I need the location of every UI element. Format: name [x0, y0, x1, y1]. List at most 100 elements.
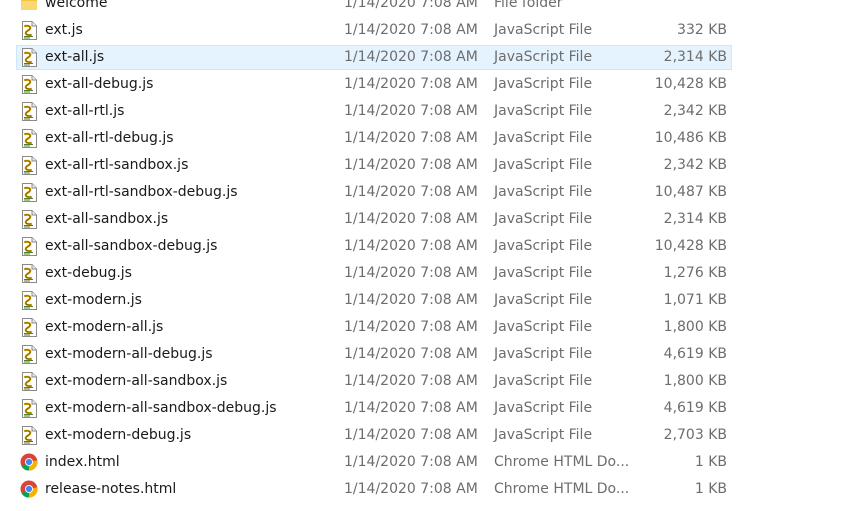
js-file-icon: [20, 318, 38, 337]
date-modified: 1/14/2020 7:08 AM: [344, 265, 478, 281]
file-type: JavaScript File: [494, 103, 593, 119]
file-name: ext-all-debug.js: [45, 76, 154, 92]
date-modified: 1/14/2020 7:08 AM: [344, 373, 478, 389]
js-file-icon: [20, 48, 38, 67]
file-name: ext-all-sandbox-debug.js: [45, 238, 218, 254]
js-file-icon: [20, 399, 38, 418]
date-modified: 1/14/2020 7:08 AM: [344, 292, 478, 308]
js-file-icon: [20, 291, 38, 310]
file-size: 1,071 KB: [663, 292, 727, 308]
file-name: ext-all-rtl-sandbox-debug.js: [45, 184, 238, 200]
file-name: ext-debug.js: [45, 265, 132, 281]
file-size: 1 KB: [694, 454, 727, 470]
file-size: 1,800 KB: [663, 319, 727, 335]
file-name: index.html: [45, 454, 120, 470]
file-type: JavaScript File: [494, 130, 593, 146]
file-name: welcome: [45, 0, 108, 11]
file-size: 4,619 KB: [663, 400, 727, 416]
date-modified: 1/14/2020 7:08 AM: [344, 211, 478, 227]
file-name: ext-all-sandbox.js: [45, 211, 169, 227]
file-row[interactable]: ext-debug.js 1/14/2020 7:08 AM JavaScript …: [0, 260, 846, 287]
file-row[interactable]: ext.js 1/14/2020 7:08 AM JavaScript File 33…: [0, 17, 846, 44]
date-modified: 1/14/2020 7:08 AM: [344, 130, 478, 146]
file-type: JavaScript File: [494, 211, 593, 227]
file-size: 10,487 KB: [654, 184, 727, 200]
js-file-icon: [20, 102, 38, 121]
file-row[interactable]: index.html 1/14/2020 7:08 AM Chrome HTML D…: [0, 449, 846, 476]
file-size: 2,314 KB: [663, 49, 727, 65]
date-modified: 1/14/2020 7:08 AM: [344, 346, 478, 362]
date-modified: 1/14/2020 7:08 AM: [344, 0, 478, 11]
file-name: ext-modern-all-debug.js: [45, 346, 213, 362]
date-modified: 1/14/2020 7:08 AM: [344, 76, 478, 92]
file-type: JavaScript File: [494, 292, 593, 308]
file-type: JavaScript File: [494, 22, 593, 38]
file-size: 2,314 KB: [663, 211, 727, 227]
file-row[interactable]: release-notes.html 1/14/2020 7:08 AM Chrom…: [0, 476, 846, 503]
file-size: 4,619 KB: [663, 346, 727, 362]
file-row[interactable]: ext-modern-all-debug.js 1/14/2020 7:08 AM…: [0, 341, 846, 368]
js-file-icon: [20, 183, 38, 202]
file-row[interactable]: ext-all-rtl.js 1/14/2020 7:08 AM JavaScrip…: [0, 98, 846, 125]
file-type: JavaScript File: [494, 76, 593, 92]
date-modified: 1/14/2020 7:08 AM: [344, 157, 478, 173]
file-type: File folder: [494, 0, 563, 11]
file-row[interactable]: ext-all-rtl-sandbox-debug.js 1/14/2020 7:…: [0, 179, 846, 206]
file-size: 1,276 KB: [663, 265, 727, 281]
date-modified: 1/14/2020 7:08 AM: [344, 400, 478, 416]
chrome-icon: [20, 453, 38, 472]
date-modified: 1/14/2020 7:08 AM: [344, 184, 478, 200]
file-name: ext-all-rtl-sandbox.js: [45, 157, 189, 173]
file-size: 1,800 KB: [663, 373, 727, 389]
date-modified: 1/14/2020 7:08 AM: [344, 481, 478, 497]
file-row[interactable]: ext-modern.js 1/14/2020 7:08 AM JavaScript…: [0, 287, 846, 314]
date-modified: 1/14/2020 7:08 AM: [344, 427, 478, 443]
file-size: 332 KB: [677, 22, 727, 38]
file-type: JavaScript File: [494, 157, 593, 173]
file-size: 1 KB: [694, 481, 727, 497]
js-file-icon: [20, 129, 38, 148]
file-name: ext-modern-all-sandbox-debug.js: [45, 400, 277, 416]
js-file-icon: [20, 21, 38, 40]
file-name: ext-modern.js: [45, 292, 142, 308]
file-type: JavaScript File: [494, 346, 593, 362]
folder-icon: [20, 0, 38, 13]
file-size: 2,342 KB: [663, 103, 727, 119]
file-name: ext-all-rtl-debug.js: [45, 130, 174, 146]
date-modified: 1/14/2020 7:08 AM: [344, 49, 478, 65]
file-name: ext-modern-all.js: [45, 319, 164, 335]
file-row[interactable]: ext-all-rtl-sandbox.js 1/14/2020 7:08 AM J…: [0, 152, 846, 179]
file-type: JavaScript File: [494, 184, 593, 200]
date-modified: 1/14/2020 7:08 AM: [344, 454, 478, 470]
file-row[interactable]: ext-modern-all.js 1/14/2020 7:08 AM JavaSc…: [0, 314, 846, 341]
file-row[interactable]: ext-all.js 1/14/2020 7:08 AM JavaScript Fi…: [0, 44, 846, 71]
date-modified: 1/14/2020 7:08 AM: [344, 238, 478, 254]
file-size: 10,486 KB: [654, 130, 727, 146]
js-file-icon: [20, 75, 38, 94]
file-size: 10,428 KB: [654, 76, 727, 92]
file-row[interactable]: ext-all-sandbox-debug.js 1/14/2020 7:08 A…: [0, 233, 846, 260]
file-row[interactable]: ext-all-debug.js 1/14/2020 7:08 AM JavaScr…: [0, 71, 846, 98]
file-name: ext-all-rtl.js: [45, 103, 125, 119]
js-file-icon: [20, 264, 38, 283]
file-row[interactable]: ext-modern-all-sandbox-debug.js 1/14/2020…: [0, 395, 846, 422]
file-type: Chrome HTML Do...: [494, 454, 630, 470]
date-modified: 1/14/2020 7:08 AM: [344, 22, 478, 38]
js-file-icon: [20, 156, 38, 175]
file-row[interactable]: ext-all-sandbox.js 1/14/2020 7:08 AM JavaS…: [0, 206, 846, 233]
file-row[interactable]: ext-all-rtl-debug.js 1/14/2020 7:08 AM Jav…: [0, 125, 846, 152]
js-file-icon: [20, 210, 38, 229]
file-name: ext.js: [45, 22, 83, 38]
file-type: Chrome HTML Do...: [494, 481, 630, 497]
file-row[interactable]: ext-modern-all-sandbox.js 1/14/2020 7:08 …: [0, 368, 846, 395]
js-file-icon: [20, 237, 38, 256]
date-modified: 1/14/2020 7:08 AM: [344, 319, 478, 335]
file-type: JavaScript File: [494, 238, 593, 254]
file-size: 10,428 KB: [654, 238, 727, 254]
file-name: ext-all.js: [45, 49, 105, 65]
file-name: ext-modern-all-sandbox.js: [45, 373, 228, 389]
file-type: JavaScript File: [494, 319, 593, 335]
file-row[interactable]: ext-modern-debug.js 1/14/2020 7:08 AM Java…: [0, 422, 846, 449]
file-type: JavaScript File: [494, 373, 593, 389]
file-row[interactable]: welcome 1/14/2020 7:08 AM File folder: [0, 0, 846, 17]
